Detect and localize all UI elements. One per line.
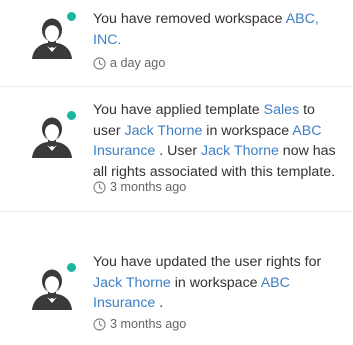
message-text: . xyxy=(155,295,164,311)
status-online-dot xyxy=(65,109,78,122)
clock-icon xyxy=(93,180,106,194)
activity-time: a day ago xyxy=(93,56,165,70)
message-text: You have updated the user rights for xyxy=(93,254,322,270)
message-text: in workspace xyxy=(202,122,293,139)
time-label: a day ago xyxy=(110,56,166,70)
user-link[interactable]: Jack Thorne xyxy=(201,143,279,159)
message-text: You have applied template xyxy=(93,102,264,118)
activity-time: 3 months ago xyxy=(93,317,186,331)
activity-feed: You have removed workspace ABC, INC. a d… xyxy=(0,0,353,345)
message-text: You have removed workspace xyxy=(93,11,286,27)
activity-item: You have removed workspace ABC, INC. a d… xyxy=(0,0,353,87)
template-link[interactable]: Sales xyxy=(264,102,300,118)
avatar[interactable] xyxy=(28,10,78,59)
time-label: 3 months ago xyxy=(110,180,187,194)
clock-icon xyxy=(93,56,106,70)
activity-message: You have applied template Sales to user … xyxy=(93,100,338,182)
user-link[interactable]: Jack Thorne xyxy=(93,275,171,291)
status-online-dot xyxy=(65,10,78,23)
message-text: in workspace xyxy=(170,274,261,291)
activity-item: You have updated the user rights for Jac… xyxy=(0,212,353,345)
status-online-dot xyxy=(65,261,78,274)
activity-message: You have removed workspace ABC, INC. xyxy=(93,9,338,50)
clock-icon xyxy=(93,317,106,331)
avatar[interactable] xyxy=(28,261,78,310)
avatar[interactable] xyxy=(28,109,78,158)
user-link[interactable]: Jack Thorne xyxy=(125,123,203,139)
message-text: . User xyxy=(155,143,202,159)
activity-time: 3 months ago xyxy=(93,180,186,194)
activity-message: You have updated the user rights for Jac… xyxy=(93,252,338,314)
activity-item: You have applied template Sales to user … xyxy=(0,87,353,212)
time-label: 3 months ago xyxy=(110,317,187,331)
